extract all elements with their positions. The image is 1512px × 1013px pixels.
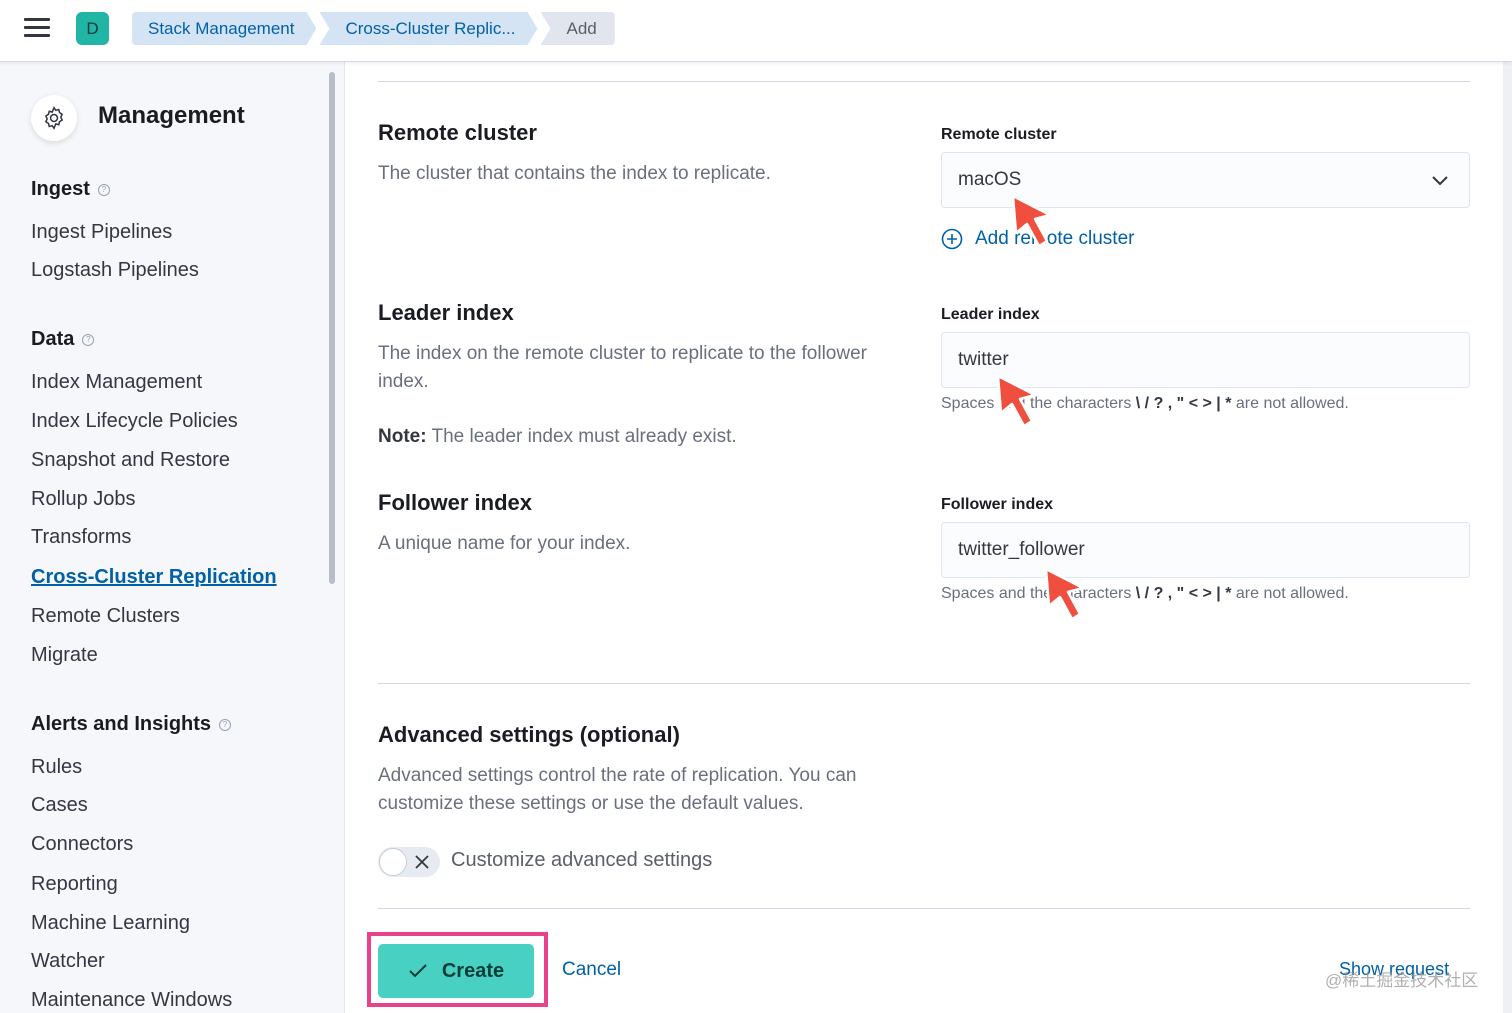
sidebar-item-ingest-pipelines[interactable]: Ingest Pipelines <box>31 221 172 244</box>
nav-group-data-label: Data <box>31 328 75 350</box>
sidebar-item-connectors[interactable]: Connectors <box>31 833 133 856</box>
gear-icon <box>31 95 77 141</box>
note-text: The leader index must already exist. <box>426 426 737 447</box>
remote-cluster-title: Remote cluster <box>378 120 537 145</box>
watermark: @稀土掘金技术社区 <box>1325 971 1479 990</box>
remote-cluster-select[interactable]: macOS <box>941 152 1470 208</box>
follower-index-description: A unique name for your index. <box>378 533 631 554</box>
leader-index-help: Spaces and the characters \ / ? , " < > … <box>941 395 1349 413</box>
advanced-settings-toggle[interactable] <box>378 847 440 877</box>
sidebar-item-maintenance-windows[interactable]: Maintenance Windows <box>31 989 232 1012</box>
sidebar-scrollbar[interactable] <box>329 72 335 584</box>
advanced-settings-description: Advanced settings control the rate of re… <box>378 765 857 814</box>
help-prefix: Spaces and the characters <box>941 585 1136 602</box>
sidebar-item-watcher[interactable]: Watcher <box>31 950 105 973</box>
leader-index-note: Note: The leader index must already exis… <box>378 426 737 448</box>
sidebar-title: Management <box>98 102 245 129</box>
breadcrumb-cross-cluster-replication[interactable]: Cross-Cluster Replic... <box>319 12 537 45</box>
follower-index-input[interactable]: twitter_follower <box>941 522 1470 578</box>
info-icon: ? <box>219 718 232 731</box>
nav-group-alerts-and-insights: Alerts and Insights ? <box>31 713 232 736</box>
follower-index-value: twitter_follower <box>958 539 1085 560</box>
create-button[interactable]: Create <box>378 944 534 998</box>
check-icon <box>409 964 427 978</box>
remote-cluster-label: Remote cluster <box>941 126 1057 143</box>
help-chars: \ / ? , " < > | * <box>1135 395 1232 412</box>
sidebar-item-logstash-pipelines[interactable]: Logstash Pipelines <box>31 259 199 282</box>
sidebar-item-remote-clusters[interactable]: Remote Clusters <box>31 605 180 628</box>
sidebar-item-snapshot-and-restore[interactable]: Snapshot and Restore <box>31 449 230 472</box>
nav-group-data: Data ? <box>31 328 95 351</box>
top-header: D Stack Management Cross-Cluster Replic.… <box>0 0 1512 62</box>
sidebar-item-rollup-jobs[interactable]: Rollup Jobs <box>31 488 136 511</box>
advanced-settings-toggle-label[interactable]: Customize advanced settings <box>451 849 712 872</box>
divider <box>378 908 1470 909</box>
follower-index-help: Spaces and the characters \ / ? , " < > … <box>941 585 1349 603</box>
sidebar-item-rules[interactable]: Rules <box>31 756 82 779</box>
sidebar-item-index-management[interactable]: Index Management <box>31 371 202 394</box>
help-prefix: Spaces and the characters <box>941 395 1136 412</box>
info-icon: ? <box>82 333 95 346</box>
sidebar-item-cases[interactable]: Cases <box>31 794 88 817</box>
chevron-down-icon <box>1432 176 1448 186</box>
remote-cluster-description: The cluster that contains the index to r… <box>378 163 771 184</box>
close-icon <box>415 855 429 869</box>
help-suffix: are not allowed. <box>1231 585 1349 602</box>
sidebar-item-reporting[interactable]: Reporting <box>31 873 118 896</box>
hamburger-menu-icon[interactable] <box>24 18 50 40</box>
leader-index-input[interactable]: twitter <box>941 332 1470 388</box>
cancel-button[interactable]: Cancel <box>562 959 621 981</box>
nav-group-ingest: Ingest ? <box>31 178 110 201</box>
leader-index-title: Leader index <box>378 300 514 325</box>
add-remote-cluster-label: Add remote cluster <box>975 228 1135 249</box>
follower-index-title: Follower index <box>378 490 533 515</box>
leader-index-description: The index on the remote cluster to repli… <box>378 343 867 392</box>
follower-index-label: Follower index <box>941 496 1054 513</box>
space-avatar[interactable]: D <box>76 12 109 45</box>
remote-cluster-value: macOS <box>958 169 1022 190</box>
breadcrumb-stack-management[interactable]: Stack Management <box>132 12 316 45</box>
divider <box>378 683 1470 684</box>
divider <box>378 81 1470 82</box>
info-icon: ? <box>97 183 110 196</box>
sidebar-item-cross-cluster-replication[interactable]: Cross-Cluster Replication <box>31 566 277 589</box>
help-chars: \ / ? , " < > | * <box>1135 585 1232 602</box>
breadcrumb-add: Add <box>540 12 615 45</box>
leader-index-value: twitter <box>958 349 1009 370</box>
page-scrollbar[interactable] <box>1503 30 1512 1013</box>
add-remote-cluster-link[interactable]: Add remote cluster <box>941 228 1134 250</box>
sidebar-item-transforms[interactable]: Transforms <box>31 526 131 549</box>
sidebar-item-index-lifecycle-policies[interactable]: Index Lifecycle Policies <box>31 410 238 433</box>
advanced-settings-title: Advanced settings (optional) <box>378 722 680 747</box>
sidebar-item-machine-learning[interactable]: Machine Learning <box>31 912 190 935</box>
plus-circle-icon <box>941 228 963 250</box>
breadcrumb: Stack Management Cross-Cluster Replic...… <box>132 12 618 45</box>
nav-group-ingest-label: Ingest <box>31 178 90 200</box>
help-suffix: are not allowed. <box>1231 395 1349 412</box>
create-button-label: Create <box>441 959 505 982</box>
nav-group-alerts-label: Alerts and Insights <box>31 713 212 735</box>
toggle-knob <box>379 848 407 876</box>
leader-index-label: Leader index <box>941 306 1040 323</box>
sidebar-item-migrate[interactable]: Migrate <box>31 644 98 667</box>
note-label: Note: <box>378 426 427 447</box>
